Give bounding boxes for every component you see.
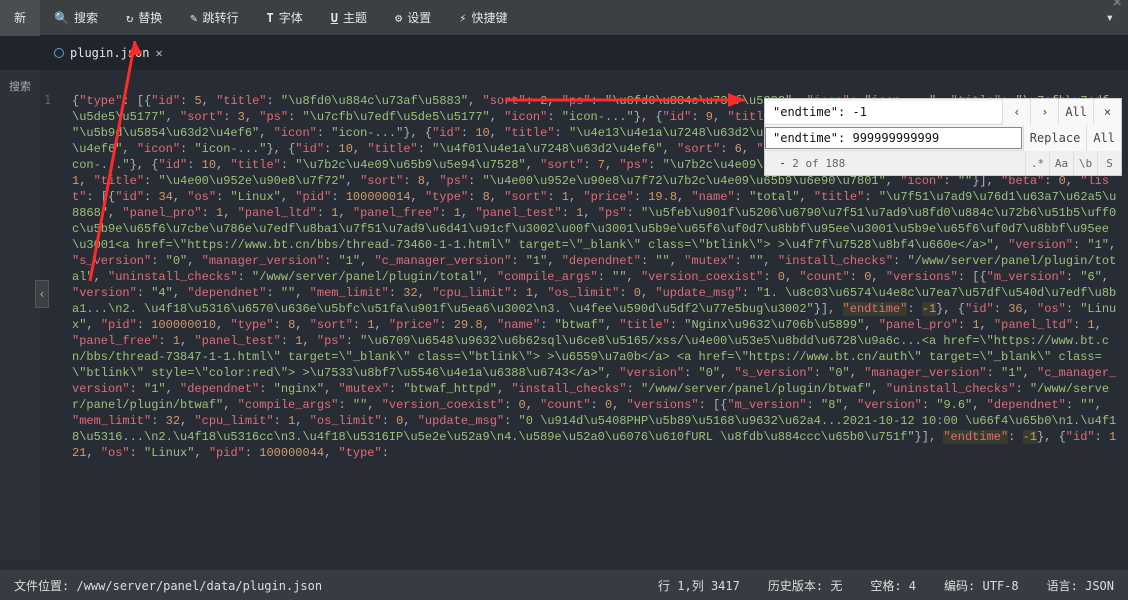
collapse-search-icon[interactable]: - bbox=[773, 150, 792, 176]
wholeword-toggle[interactable]: \b bbox=[1073, 151, 1097, 175]
replace-input[interactable] bbox=[765, 127, 1023, 149]
search-icon: 🔍 bbox=[54, 11, 69, 25]
lang-label: 语言: bbox=[1047, 579, 1078, 593]
replace-one-button[interactable]: Replace bbox=[1023, 125, 1087, 151]
in-selection-toggle[interactable]: S bbox=[1097, 151, 1121, 175]
tab-bar: plugin.json ✕ bbox=[0, 36, 1128, 70]
find-input[interactable] bbox=[765, 101, 1002, 123]
goto-button[interactable]: ✎ 跳转行 bbox=[176, 0, 252, 36]
bolt-icon: ⚡ bbox=[459, 11, 466, 25]
theme-icon: U bbox=[331, 11, 338, 25]
replace-all-button[interactable]: All bbox=[1086, 125, 1121, 151]
font-label: 字体 bbox=[279, 9, 303, 26]
side-search-button[interactable]: 搜索 bbox=[5, 70, 35, 102]
editor-tab[interactable]: plugin.json ✕ bbox=[40, 36, 177, 70]
replace-label: 替换 bbox=[138, 9, 162, 26]
chevron-down-icon[interactable]: ▾ bbox=[1106, 10, 1114, 26]
settings-label: 设置 bbox=[407, 9, 431, 26]
goto-icon: ✎ bbox=[190, 11, 197, 25]
font-icon: T bbox=[266, 11, 273, 25]
tab-filename: plugin.json bbox=[70, 46, 149, 60]
shortcuts-label: 快捷键 bbox=[471, 9, 507, 26]
search-label: 搜索 bbox=[74, 9, 98, 26]
path-label: 文件位置: bbox=[14, 579, 69, 593]
replace-button[interactable]: ↻ 替换 bbox=[112, 0, 176, 36]
gear-icon: ⚙ bbox=[395, 11, 402, 25]
regex-toggle[interactable]: .* bbox=[1025, 151, 1049, 175]
space-label: 空格: bbox=[870, 579, 901, 593]
lang-value: JSON bbox=[1085, 579, 1114, 593]
goto-label: 跳转行 bbox=[202, 9, 238, 26]
toolbar: 新 🔍 搜索 ↻ 替换 ✎ 跳转行 T 字体 U 主题 ⚙ 设置 ⚡ 快捷键 ▾ bbox=[0, 0, 1128, 36]
left-sidebar: 搜索 bbox=[0, 70, 40, 560]
rowcol-value: 1,列 3417 bbox=[677, 579, 740, 593]
history-value: 无 bbox=[830, 579, 842, 593]
close-tab-icon[interactable]: ✕ bbox=[155, 46, 162, 60]
status-bar: 文件位置: /www/server/panel/data/plugin.json… bbox=[0, 570, 1128, 600]
line-number: 1 bbox=[44, 93, 51, 107]
encoding-value: UTF-8 bbox=[983, 579, 1019, 593]
encoding-label: 编码: bbox=[944, 579, 975, 593]
close-icon[interactable]: × bbox=[1093, 99, 1121, 125]
path-value: /www/server/panel/data/plugin.json bbox=[76, 579, 322, 593]
window-close-icon[interactable]: × bbox=[1112, 0, 1122, 11]
find-prev-button[interactable]: ‹ bbox=[1002, 99, 1030, 125]
theme-label: 主题 bbox=[343, 9, 367, 26]
new-button[interactable]: 新 bbox=[0, 0, 40, 36]
theme-button[interactable]: U 主题 bbox=[317, 0, 381, 36]
new-label: 新 bbox=[14, 9, 26, 26]
settings-button[interactable]: ⚙ 设置 bbox=[381, 0, 445, 36]
find-all-button[interactable]: All bbox=[1058, 99, 1093, 125]
history-label: 历史版本: bbox=[768, 579, 823, 593]
shortcuts-button[interactable]: ⚡ 快捷键 bbox=[445, 0, 521, 36]
case-toggle[interactable]: Aa bbox=[1049, 151, 1073, 175]
font-button[interactable]: T 字体 bbox=[252, 0, 316, 36]
find-next-button[interactable]: › bbox=[1030, 99, 1058, 125]
file-icon bbox=[54, 48, 64, 58]
find-replace-panel: ‹ › All × Replace All - 2 of 188 .* Aa \… bbox=[764, 98, 1122, 176]
space-value: 4 bbox=[909, 579, 916, 593]
search-button[interactable]: 🔍 搜索 bbox=[40, 0, 112, 36]
sidebar-collapse-handle[interactable]: ‹ bbox=[35, 280, 49, 308]
replace-icon: ↻ bbox=[126, 11, 133, 25]
rowcol-label: 行 bbox=[658, 579, 670, 593]
match-count: 2 of 188 bbox=[792, 157, 845, 170]
